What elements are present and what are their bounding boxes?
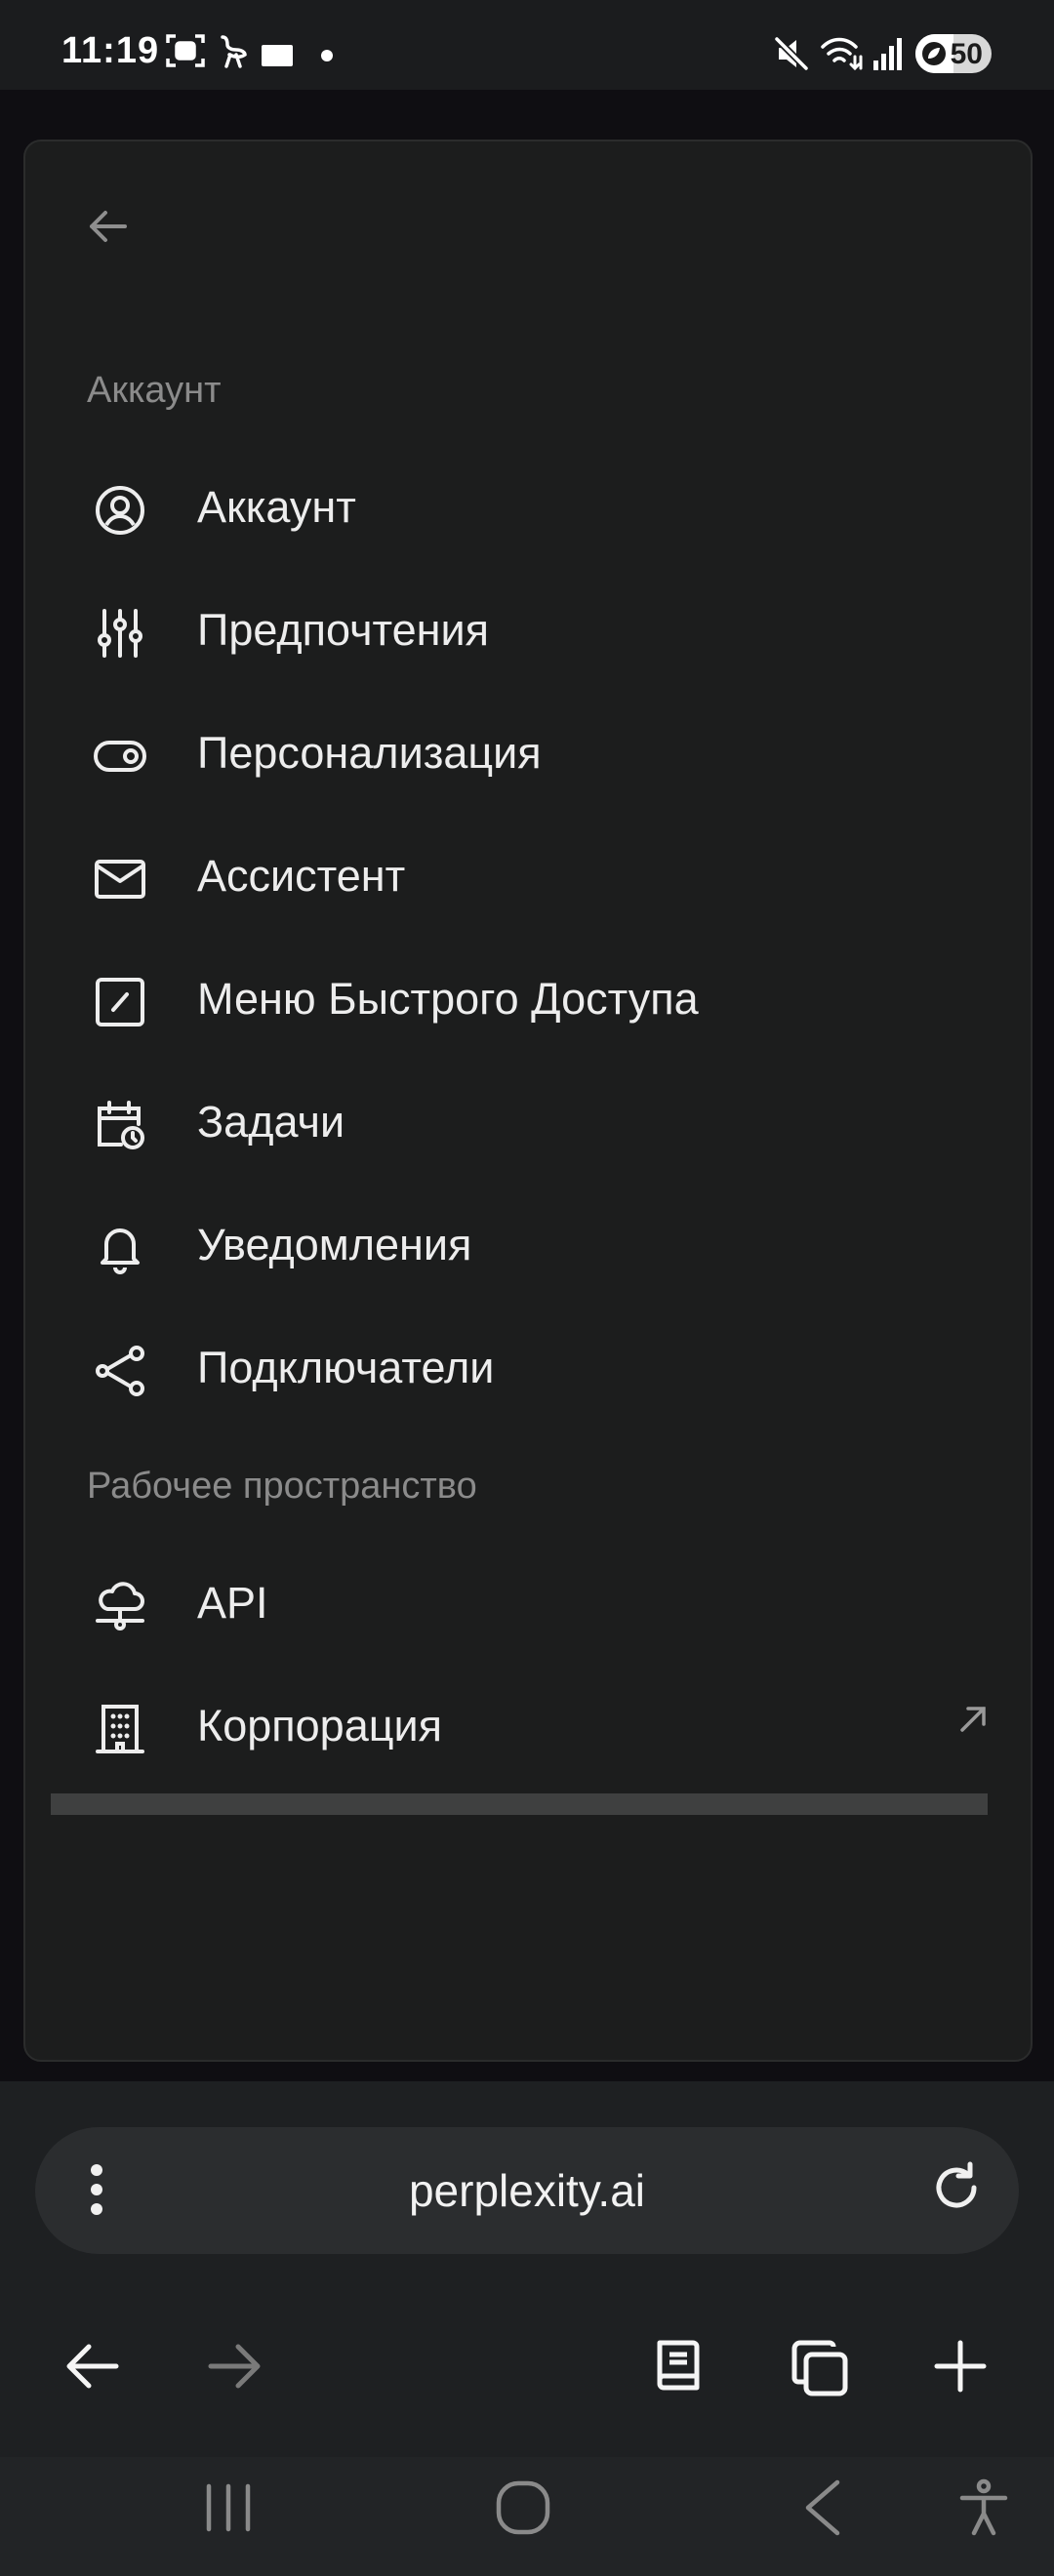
wifi-icon xyxy=(820,35,865,72)
cloud-network-icon xyxy=(94,1580,146,1632)
ostrich-icon xyxy=(217,33,250,68)
settings-panel: Аккаунт Аккаунт Предпочтения Персонализа… xyxy=(23,140,1033,2062)
bookmarks-button[interactable] xyxy=(640,2327,718,2405)
tabs-icon xyxy=(781,2337,859,2399)
browser-back-button[interactable] xyxy=(54,2327,132,2405)
sliders-icon xyxy=(94,607,146,660)
menu-item-label: Корпорация xyxy=(197,1701,442,1751)
battery-saver-icon xyxy=(921,41,947,66)
screenshot-icon xyxy=(166,33,205,68)
horizontal-scrollbar[interactable] xyxy=(51,1793,988,1815)
menu-item-assistant[interactable]: Ассистент xyxy=(84,833,1001,911)
signal-icon xyxy=(872,37,905,70)
user-circle-icon xyxy=(94,484,146,537)
accessibility-icon[interactable] xyxy=(956,2478,1011,2537)
menu-item-quick-access[interactable]: Меню Быстрого Доступа xyxy=(84,956,1001,1034)
mute-icon xyxy=(773,35,812,72)
forward-arrow-icon xyxy=(195,2337,273,2395)
menu-item-tasks[interactable]: Задачи xyxy=(84,1079,1001,1157)
menu-item-account[interactable]: Аккаунт xyxy=(84,464,1001,543)
menu-item-label: Подключатели xyxy=(197,1343,495,1392)
back-icon[interactable] xyxy=(800,2478,845,2537)
back-button[interactable] xyxy=(84,202,142,251)
menu-item-label: Персонализация xyxy=(197,728,542,778)
menu-item-label: Задачи xyxy=(197,1097,345,1147)
menu-item-personalization[interactable]: Персонализация xyxy=(84,710,1001,788)
arrow-up-right-icon xyxy=(958,1705,988,1734)
browser-forward-button[interactable] xyxy=(195,2327,273,2405)
section-title-workspace: Рабочее пространство xyxy=(87,1466,477,1507)
menu-item-label: Ассистент xyxy=(197,851,406,901)
menu-item-notifications[interactable]: Уведомления xyxy=(84,1202,1001,1280)
plus-icon xyxy=(921,2337,999,2395)
back-arrow-icon xyxy=(54,2337,132,2395)
home-icon[interactable] xyxy=(494,2478,552,2537)
status-bar: 11:19 50 xyxy=(0,0,1054,90)
mail-icon xyxy=(94,853,146,906)
menu-item-enterprise[interactable]: Корпорация xyxy=(84,1683,1001,1761)
calendar-clock-icon xyxy=(94,1099,146,1151)
address-bar[interactable]: perplexity.ai xyxy=(35,2127,1019,2254)
new-tab-button[interactable] xyxy=(921,2327,999,2405)
toggle-icon xyxy=(94,730,146,783)
battery-icon: 50 xyxy=(915,34,992,73)
menu-item-label: API xyxy=(197,1578,268,1628)
share-nodes-icon xyxy=(94,1345,146,1397)
building-icon xyxy=(94,1703,146,1755)
tabs-button[interactable] xyxy=(781,2327,859,2405)
rectangle-icon xyxy=(262,45,293,66)
section-title-account: Аккаунт xyxy=(87,370,222,411)
recent-apps-icon[interactable] xyxy=(201,2478,256,2537)
menu-item-preferences[interactable]: Предпочтения xyxy=(84,587,1001,665)
book-icon xyxy=(640,2337,718,2395)
reload-icon[interactable] xyxy=(929,2160,984,2215)
shortcut-square-icon xyxy=(94,976,146,1028)
menu-item-api[interactable]: API xyxy=(84,1560,1001,1638)
menu-item-label: Уведомления xyxy=(197,1220,472,1269)
menu-item-label: Меню Быстрого Доступа xyxy=(197,974,699,1024)
arrow-left-icon xyxy=(84,202,142,251)
status-time: 11:19 xyxy=(61,30,160,71)
menu-item-label: Аккаунт xyxy=(197,482,356,532)
menu-item-connectors[interactable]: Подключатели xyxy=(84,1325,1001,1403)
battery-level: 50 xyxy=(950,38,983,70)
dot-icon xyxy=(320,49,334,62)
menu-item-label: Предпочтения xyxy=(197,605,490,655)
url-text[interactable]: perplexity.ai xyxy=(35,2164,1019,2217)
bell-icon xyxy=(94,1222,146,1274)
